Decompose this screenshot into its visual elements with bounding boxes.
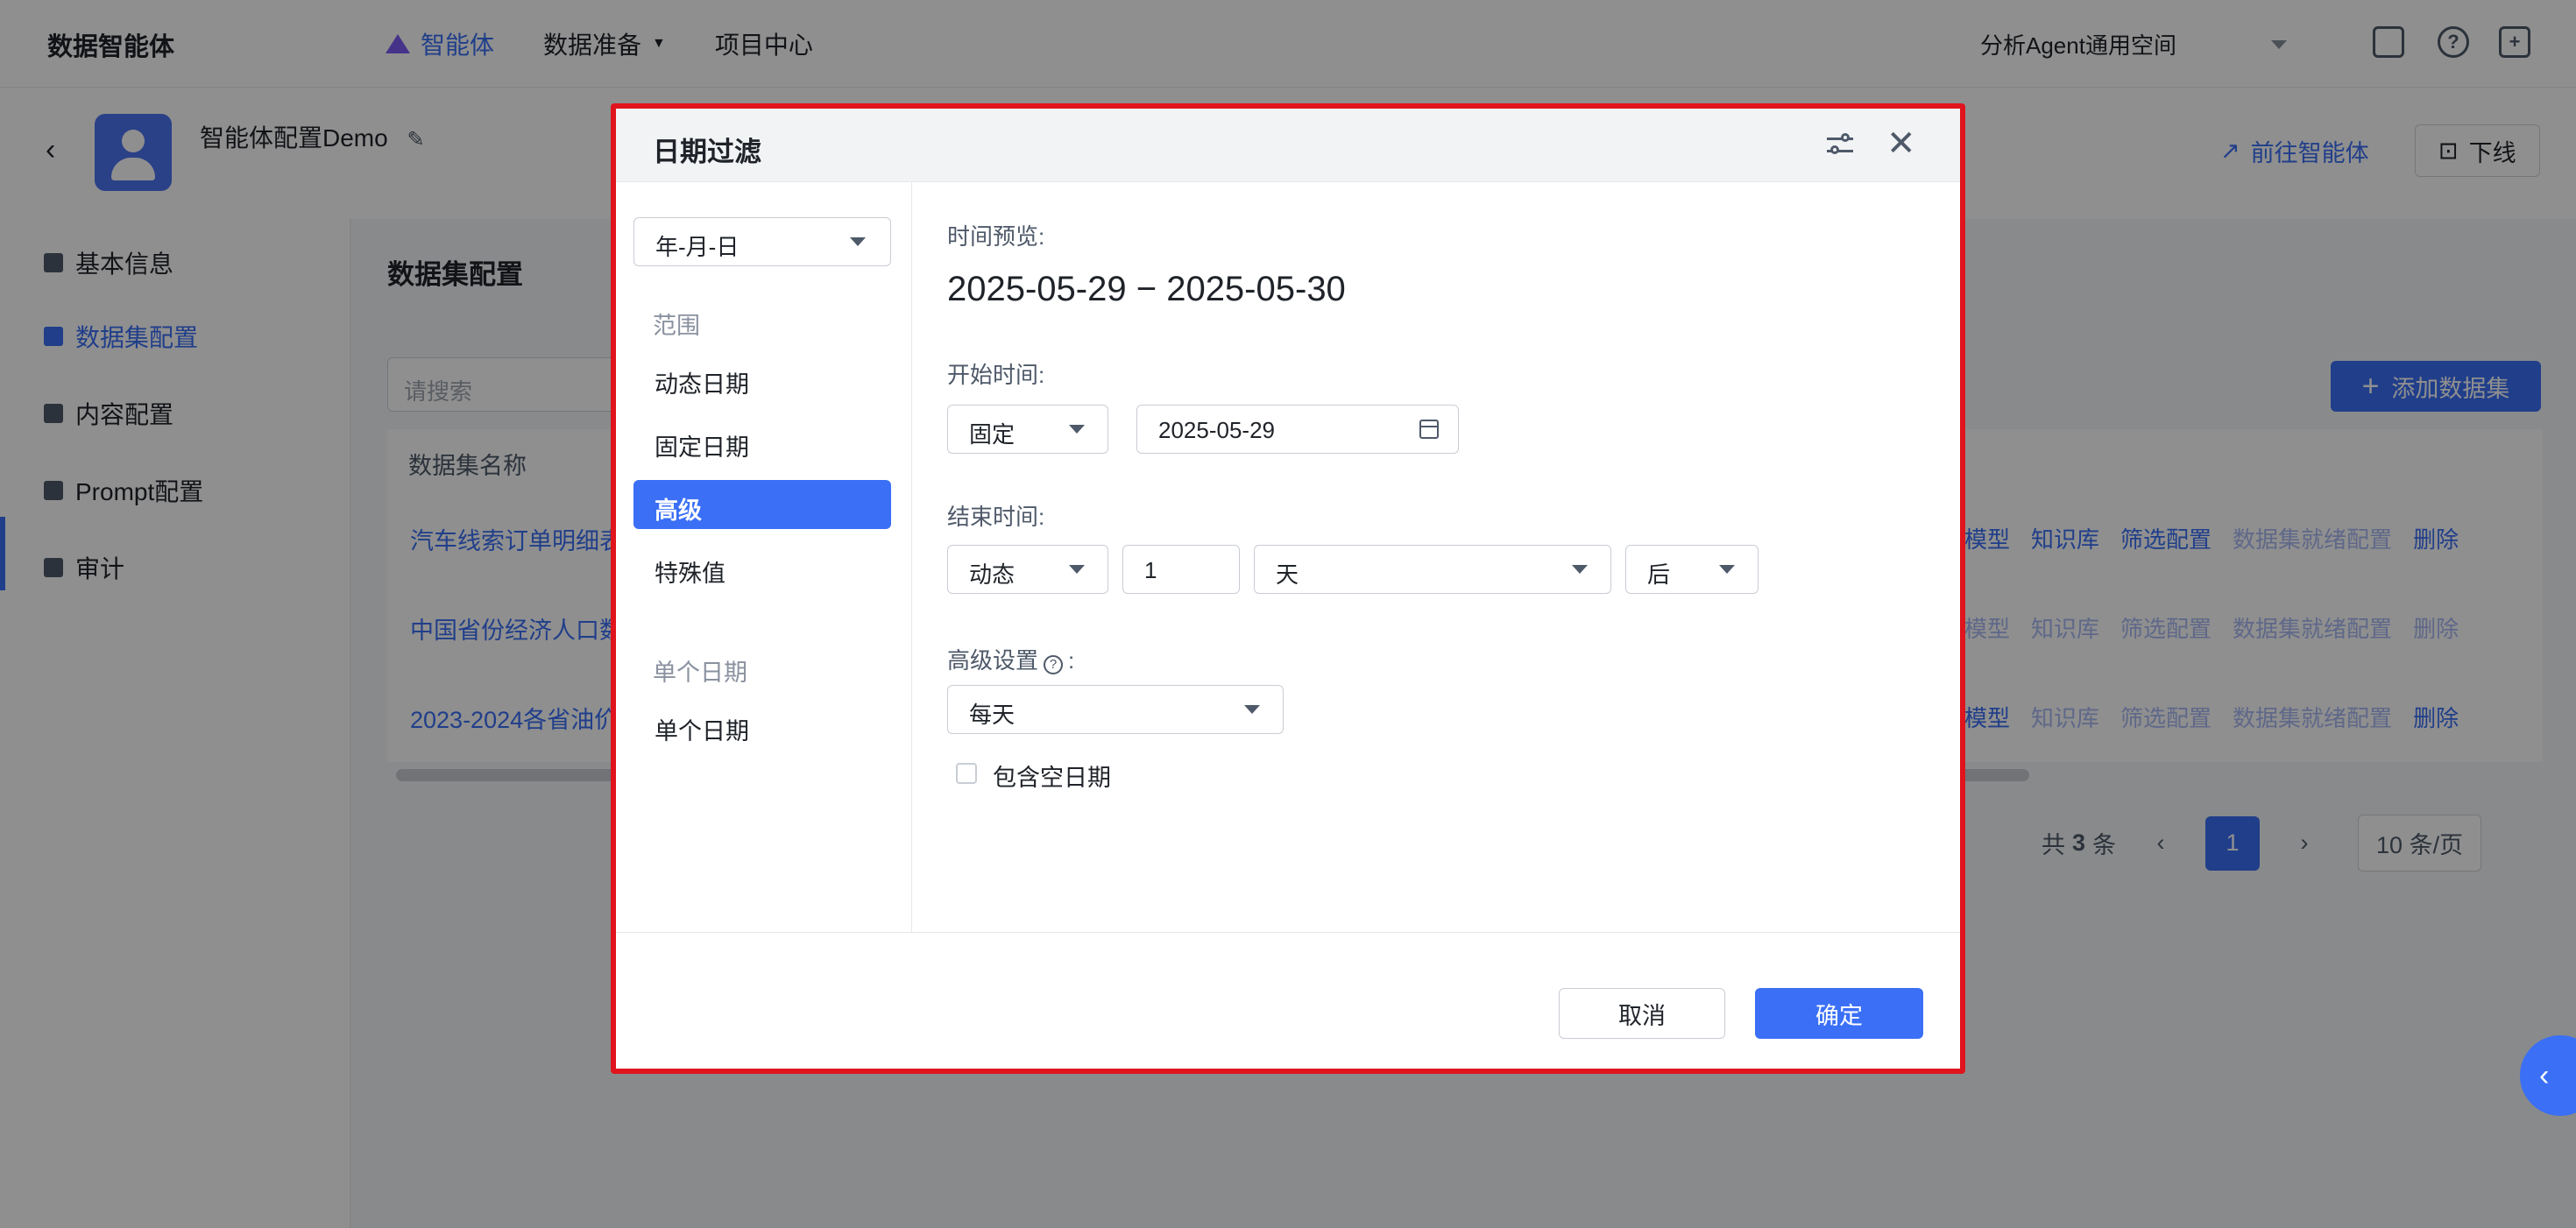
filter-type-panel: 年-月-日 范围 动态日期 固定日期 高级 特殊值 单个日期 单个日期 [616, 182, 912, 932]
start-date-picker[interactable]: 2025-05-29 [1136, 405, 1459, 454]
end-offset-input[interactable]: 1 [1122, 545, 1240, 594]
date-filter-dialog: 日期过滤 ✕ 年-月-日 范围 动态日期 固定日期 高级 特殊值 单个日期 单个… [611, 103, 1965, 1074]
dialog-header: 日期过滤 ✕ [616, 109, 1960, 182]
start-date-value: 2025-05-29 [1158, 417, 1275, 443]
confirm-button[interactable]: 确定 [1755, 988, 1923, 1039]
end-unit-value: 天 [1276, 561, 1299, 588]
frequency-select[interactable]: 每天 [947, 685, 1284, 734]
granularity-value: 年-月-日 [655, 234, 740, 260]
end-direction-value: 后 [1647, 561, 1671, 588]
range-group-label: 范围 [653, 313, 700, 339]
advanced-settings-label: 高级设置?: [947, 643, 1074, 675]
chevron-down-icon [1069, 565, 1085, 574]
single-group-label: 单个日期 [653, 660, 747, 686]
close-icon[interactable]: ✕ [1886, 123, 1916, 165]
settings-sliders-icon[interactable] [1825, 130, 1857, 161]
end-mode-value: 动态 [969, 561, 1016, 588]
chevron-down-icon [1572, 565, 1588, 574]
start-mode-select[interactable]: 固定 [947, 405, 1108, 454]
help-icon[interactable]: ? [1044, 655, 1064, 674]
dialog-footer: 取消 确定 [616, 932, 1960, 1069]
cancel-button[interactable]: 取消 [1559, 988, 1725, 1039]
end-unit-select[interactable]: 天 [1254, 545, 1611, 594]
include-empty-checkbox[interactable] [956, 763, 977, 784]
chevron-down-icon [1719, 565, 1735, 574]
granularity-select[interactable]: 年-月-日 [633, 217, 891, 266]
filter-settings-panel: 时间预览: 2025-05-29 − 2025-05-30 开始时间: 固定 2… [912, 182, 1960, 932]
start-time-label: 开始时间: [947, 362, 1045, 388]
filter-type-fixed-date[interactable]: 固定日期 [633, 417, 891, 466]
advanced-label-suffix: : [1068, 647, 1075, 674]
end-direction-select[interactable]: 后 [1625, 545, 1759, 594]
advanced-label-text: 高级设置 [947, 647, 1039, 674]
start-mode-value: 固定 [969, 421, 1016, 448]
end-time-label: 结束时间: [947, 504, 1045, 530]
filter-type-advanced[interactable]: 高级 [633, 480, 891, 529]
chevron-down-icon [1069, 425, 1085, 434]
chevron-down-icon [850, 237, 866, 246]
frequency-value: 每天 [969, 702, 1016, 728]
filter-type-dynamic-date[interactable]: 动态日期 [633, 354, 891, 403]
calendar-icon [1419, 420, 1439, 439]
include-empty-label[interactable]: 包含空日期 [993, 759, 1111, 793]
preview-value: 2025-05-29 − 2025-05-30 [947, 270, 1346, 308]
dialog-title: 日期过滤 [653, 137, 761, 167]
end-mode-select[interactable]: 动态 [947, 545, 1108, 594]
filter-type-single-date[interactable]: 单个日期 [633, 701, 891, 750]
filter-type-special-value[interactable]: 特殊值 [633, 543, 891, 592]
preview-label: 时间预览: [947, 223, 1045, 250]
chevron-down-icon [1244, 705, 1260, 714]
